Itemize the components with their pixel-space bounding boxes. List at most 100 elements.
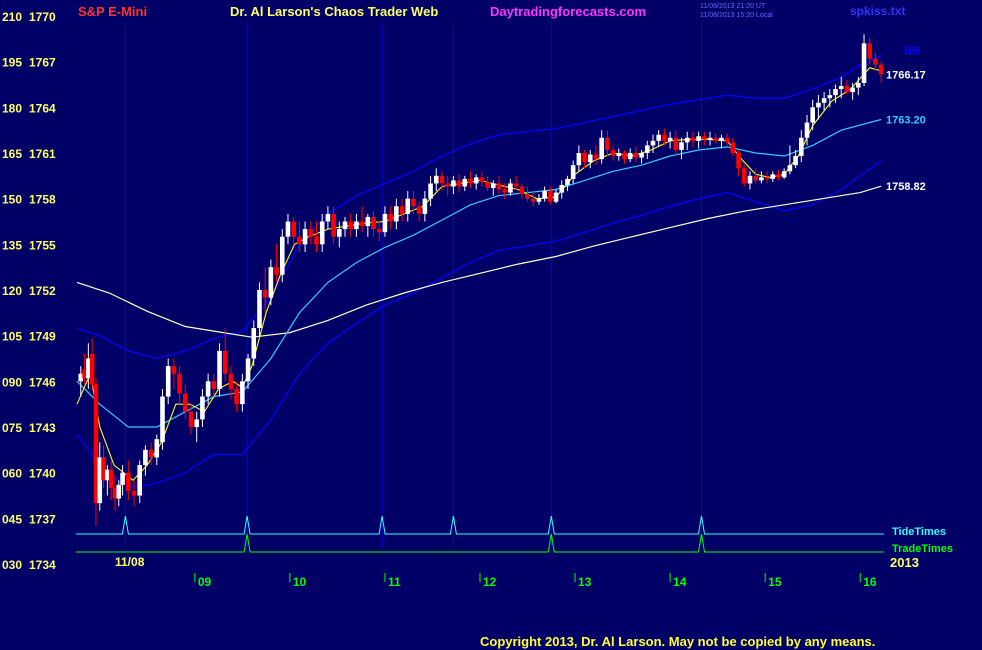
up-candle-body <box>656 134 662 141</box>
down-candle-body <box>456 180 462 187</box>
down-candle-body <box>753 175 758 181</box>
down-candle-body <box>148 449 154 458</box>
down-candle-body <box>211 381 217 389</box>
up-candle-body <box>696 136 701 141</box>
up-candle-body <box>759 177 764 181</box>
up-candle-body <box>856 82 861 88</box>
y-index-tick-label: 210 <box>2 10 22 24</box>
down-candle-body <box>439 175 445 184</box>
x-day-label: 12 <box>483 575 497 589</box>
up-candle-body <box>154 439 160 458</box>
chart-title: Dr. Al Larson's Chaos Trader Web <box>230 4 439 19</box>
down-candle-body <box>878 64 884 75</box>
down-candle-body <box>262 290 268 298</box>
up-candle-body <box>787 165 793 172</box>
up-candle-body <box>365 216 371 227</box>
timestamp-ut: 11/08/2013 21:20 UT <box>700 3 766 10</box>
y-index-tick-label: 135 <box>2 238 22 252</box>
up-candle-body <box>257 290 262 329</box>
up-candle-body <box>827 95 833 99</box>
y-price-tick-label: 1755 <box>29 238 56 252</box>
y-index-tick-label: 045 <box>2 512 22 526</box>
down-candle-body <box>291 221 296 237</box>
up-candle-body <box>165 366 171 397</box>
slow-ma-line <box>76 185 882 338</box>
down-candle-body <box>234 388 239 405</box>
up-candle-body <box>850 87 855 93</box>
up-candle-body <box>200 396 205 420</box>
y-index-tick-label: 075 <box>2 421 22 435</box>
up-candle-body <box>319 221 325 245</box>
site-link[interactable]: Daytradingforecasts.com <box>490 4 646 19</box>
down-candle-body <box>844 86 850 93</box>
down-candle-body <box>222 350 228 374</box>
y-index-tick-label: 090 <box>2 375 22 389</box>
up-candle-body <box>451 180 456 187</box>
up-candle-body <box>217 350 222 389</box>
down-candle-body <box>867 43 873 59</box>
down-candle-body <box>314 236 319 245</box>
down-candle-body <box>479 177 485 182</box>
down-candle-body <box>519 186 525 195</box>
up-candle-body <box>473 177 479 184</box>
band-label: BB <box>904 45 920 57</box>
upper-band-line <box>76 55 882 360</box>
up-candle-body <box>804 122 810 138</box>
y-price-tick-label: 1737 <box>29 512 56 526</box>
down-candle-body <box>873 58 878 65</box>
down-candle-body <box>582 153 587 163</box>
down-candle-body <box>399 206 405 214</box>
down-candle-body <box>776 174 781 178</box>
y-price-tick-label: 1770 <box>29 10 56 24</box>
up-candle-body <box>781 171 787 178</box>
down-candle-body <box>605 137 610 150</box>
year-label: 2013 <box>890 555 919 570</box>
up-candle-body <box>268 267 274 298</box>
x-axis-labels: 09 10 11 12 13 14 15 16 <box>194 573 877 589</box>
x-day-label: 13 <box>578 575 592 589</box>
y-price-tick-label: 1740 <box>29 467 56 481</box>
down-candle-body <box>502 189 508 193</box>
tide-times-line <box>76 515 884 535</box>
down-candle-body <box>228 373 234 389</box>
tide-times-label: TideTimes <box>892 526 946 538</box>
up-candle-body <box>747 175 753 184</box>
y-index-tick-label: 105 <box>2 330 22 344</box>
up-candle-body <box>576 153 582 166</box>
down-candle-body <box>741 168 747 184</box>
down-candle-body <box>348 221 354 230</box>
y-index-tick-label: 195 <box>2 56 22 70</box>
cycle-lines <box>124 22 702 548</box>
down-candle-body <box>690 137 696 141</box>
up-candle-body <box>342 221 348 230</box>
y-index-tick-label: 120 <box>2 284 22 298</box>
down-candle-body <box>724 137 730 143</box>
down-candle-body <box>468 178 473 184</box>
up-candle-body <box>616 153 622 157</box>
up-candle-body <box>639 153 644 158</box>
down-candle-body <box>416 206 422 214</box>
down-candle-body <box>125 472 131 491</box>
down-candle-body <box>411 198 416 207</box>
down-candle-body <box>331 213 336 237</box>
down-candle-body <box>513 183 519 187</box>
down-candle-body <box>736 153 741 169</box>
up-candle-body <box>251 328 257 359</box>
y-price-tick-label: 1749 <box>29 330 56 344</box>
price-chart: 030 1734 045 1737 060 1740 075 1743 090 1746 105 17… <box>2 10 953 589</box>
up-candle-body <box>245 358 251 382</box>
up-candle-body <box>536 198 542 202</box>
down-candle-body <box>177 373 182 394</box>
down-candle-body <box>496 183 502 190</box>
start-date-label: 11/08 <box>115 555 145 569</box>
down-candle-body <box>548 191 553 202</box>
moving-averages <box>76 67 882 482</box>
up-candle-body <box>279 236 285 275</box>
y-price-tick-label: 1746 <box>29 375 56 389</box>
copyright-notice: Copyright 2013, Dr. Al Larson. May not b… <box>480 634 876 649</box>
up-candle-body <box>627 153 633 160</box>
up-candle-body <box>302 229 308 245</box>
down-candle-body <box>530 198 536 202</box>
up-candle-body <box>354 221 359 230</box>
x-day-label: 14 <box>673 575 687 589</box>
